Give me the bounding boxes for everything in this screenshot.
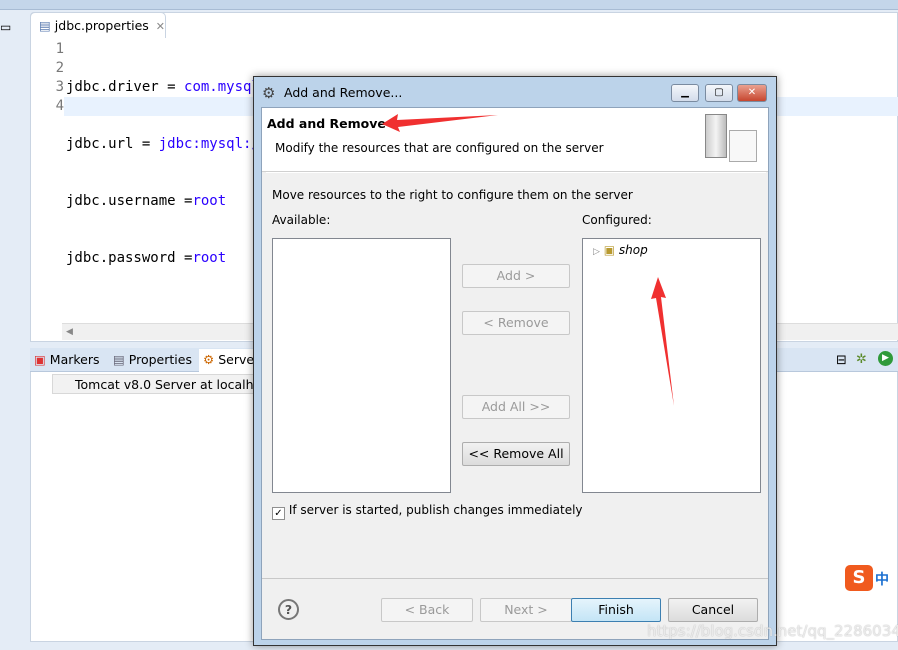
watermark: https://blog.csdn.net/qq_22860341 [647,622,898,640]
red-arrow-to-title [382,114,498,132]
annotation-arrows [382,114,674,406]
red-arrow-to-shop [651,277,674,406]
